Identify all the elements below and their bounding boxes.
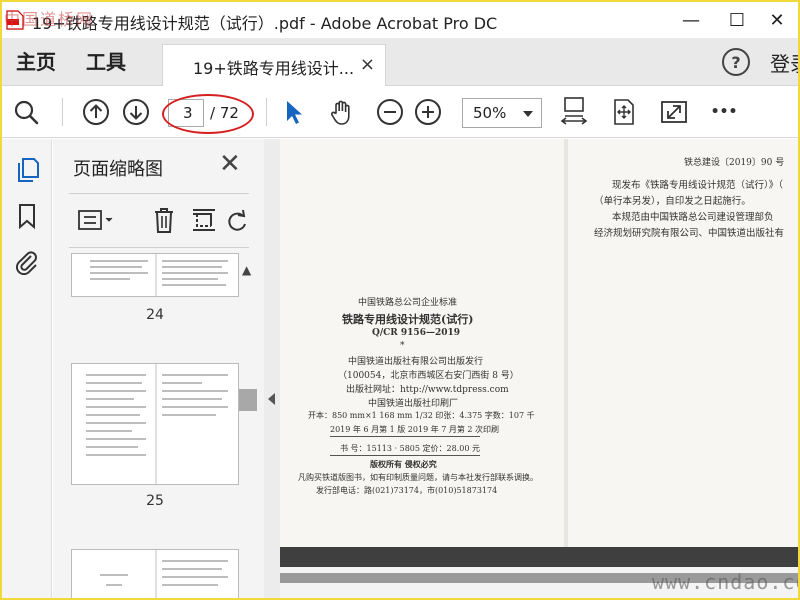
rotate-icon[interactable] — [225, 205, 249, 235]
divider — [69, 247, 249, 248]
title-bar: 19+铁路专用线设计规范（试行）.pdf - Adobe Acrobat Pro… — [2, 2, 798, 38]
hand-tool-icon[interactable] — [328, 98, 356, 126]
window-title: 19+铁路专用线设计规范（试行）.pdf - Adobe Acrobat Pro… — [32, 14, 498, 33]
next-page-icon[interactable] — [122, 98, 150, 126]
page-phone: 发行部电话：路(021)73174，市(010)51873174 — [316, 486, 498, 495]
select-cursor-icon[interactable] — [280, 98, 308, 126]
tab-tools[interactable]: 工具 — [86, 46, 126, 75]
bookmark-icon[interactable] — [14, 203, 40, 229]
zoom-select[interactable]: 50% — [462, 98, 542, 128]
document-tab-label: 19+铁路专用线设计... — [193, 59, 355, 78]
thumbnail-page-number: 25 — [146, 493, 164, 509]
page-isbn: 书 号：15113 · 5805 定价：28.00 元 — [340, 444, 480, 453]
page-format: 开本：850 mm×1 168 mm 1/32 印张：4.375 字数：107 … — [308, 411, 535, 420]
zoom-in-icon[interactable] — [414, 98, 442, 126]
page-edition: 2019 年 6 月第 1 版 2019 年 7 月第 2 次印刷 — [330, 425, 500, 434]
page-text-line: （单行本另发），自印发之日起施行。 — [594, 196, 751, 207]
page-rule — [330, 436, 480, 437]
tab-bar: 主页 工具 19+铁路专用线设计... × ? 登录 — [2, 38, 798, 86]
zoom-value: 50% — [473, 104, 507, 122]
page-code: Q/CR 9156—2019 — [372, 328, 461, 338]
divider — [69, 193, 249, 194]
page-org: 中国铁路总公司企业标准 — [358, 298, 458, 308]
page-text-line: 经济规划研究院有限公司、中国铁道出版社有 — [594, 228, 785, 239]
page-rule — [330, 455, 480, 456]
page-notice: 凡购买铁道版图书，如有印制质量问题，请与本社发行部联系调换。 — [298, 473, 538, 482]
page-rights: 版权所有 侵权必究 — [370, 459, 437, 469]
toolbar-divider — [62, 98, 63, 126]
crop-icon[interactable] — [189, 205, 219, 235]
previous-page-icon[interactable] — [82, 98, 110, 126]
page-publisher: 中国铁道出版社有限公司出版发行 — [348, 357, 484, 367]
document-view[interactable]: 中国铁路总公司企业标准 铁路专用线设计规范(试行) Q/CR 9156—2019… — [280, 139, 798, 598]
page-thumbnail[interactable] — [71, 253, 239, 297]
page-text-line: 现发布《铁路专用线设计规范（试行）》（ — [612, 180, 784, 191]
page-text-line: 本规范由中国铁路总公司建设管理部负 — [612, 212, 774, 223]
scrollbar-thumb[interactable] — [239, 389, 257, 411]
page-thumbnails-icon[interactable] — [14, 157, 40, 183]
fit-width-icon[interactable] — [560, 97, 588, 126]
page-printer: 中国铁道出版社印刷厂 — [368, 399, 459, 409]
page-gap — [280, 547, 798, 567]
page-star: * — [400, 341, 405, 351]
collapse-panel-handle[interactable] — [264, 139, 280, 598]
page-thumbnail[interactable] — [71, 549, 239, 598]
toolbar-divider — [266, 98, 267, 126]
navigation-rail — [2, 139, 52, 598]
attachment-icon[interactable] — [14, 249, 40, 275]
acrobat-window: 19+铁路专用线设计规范（试行）.pdf - Adobe Acrobat Pro… — [2, 2, 798, 598]
close-panel-button[interactable]: ✕ — [219, 149, 241, 179]
page-website: 出版社网址：http://www.tdpress.com — [346, 385, 509, 395]
help-icon[interactable]: ? — [722, 48, 750, 76]
close-tab-button[interactable]: × — [360, 54, 375, 75]
thumbnail-scrollbar[interactable] — [239, 257, 257, 598]
highlight-annotation — [162, 94, 254, 134]
full-screen-icon[interactable] — [660, 98, 688, 126]
page-doc-number: 铁总建设〔2019〕90 号 — [684, 158, 785, 168]
page-thumbnail[interactable] — [71, 363, 239, 485]
close-window-button[interactable]: ✕ — [754, 2, 798, 38]
document-page: 中国铁路总公司企业标准 铁路专用线设计规范(试行) Q/CR 9156—2019… — [280, 139, 798, 547]
search-icon[interactable] — [12, 98, 40, 126]
thumbnail-panel: 页面缩略图 ✕ 24 25 ▲ — [53, 139, 264, 598]
scroll-up-icon[interactable]: ▲ — [242, 263, 251, 277]
minimize-button[interactable]: — — [668, 2, 714, 38]
tab-home[interactable]: 主页 — [16, 46, 56, 75]
watermark-url: www.cndao.com — [652, 570, 798, 594]
tab-document[interactable]: 19+铁路专用线设计... × — [162, 44, 386, 86]
delete-icon[interactable] — [149, 205, 179, 235]
zoom-out-icon[interactable] — [376, 98, 404, 126]
toolbar: 3 / 72 50% ••• — [2, 86, 798, 138]
pdf-file-icon — [6, 10, 24, 30]
thumbnail-options-icon[interactable] — [77, 205, 117, 235]
login-button[interactable]: 登录 — [770, 48, 798, 77]
thumbnail-page-number: 24 — [146, 307, 164, 323]
panel-title: 页面缩略图 — [73, 159, 163, 180]
chevron-down-icon — [523, 111, 533, 117]
collapse-arrow-icon — [268, 393, 275, 405]
more-options-icon[interactable]: ••• — [708, 98, 740, 126]
page-spine — [564, 139, 568, 547]
page-address: （100054，北京市西城区右安门西街 8 号） — [338, 371, 519, 381]
page-title: 铁路专用线设计规范(试行) — [342, 313, 474, 326]
fit-page-icon[interactable] — [610, 98, 638, 126]
